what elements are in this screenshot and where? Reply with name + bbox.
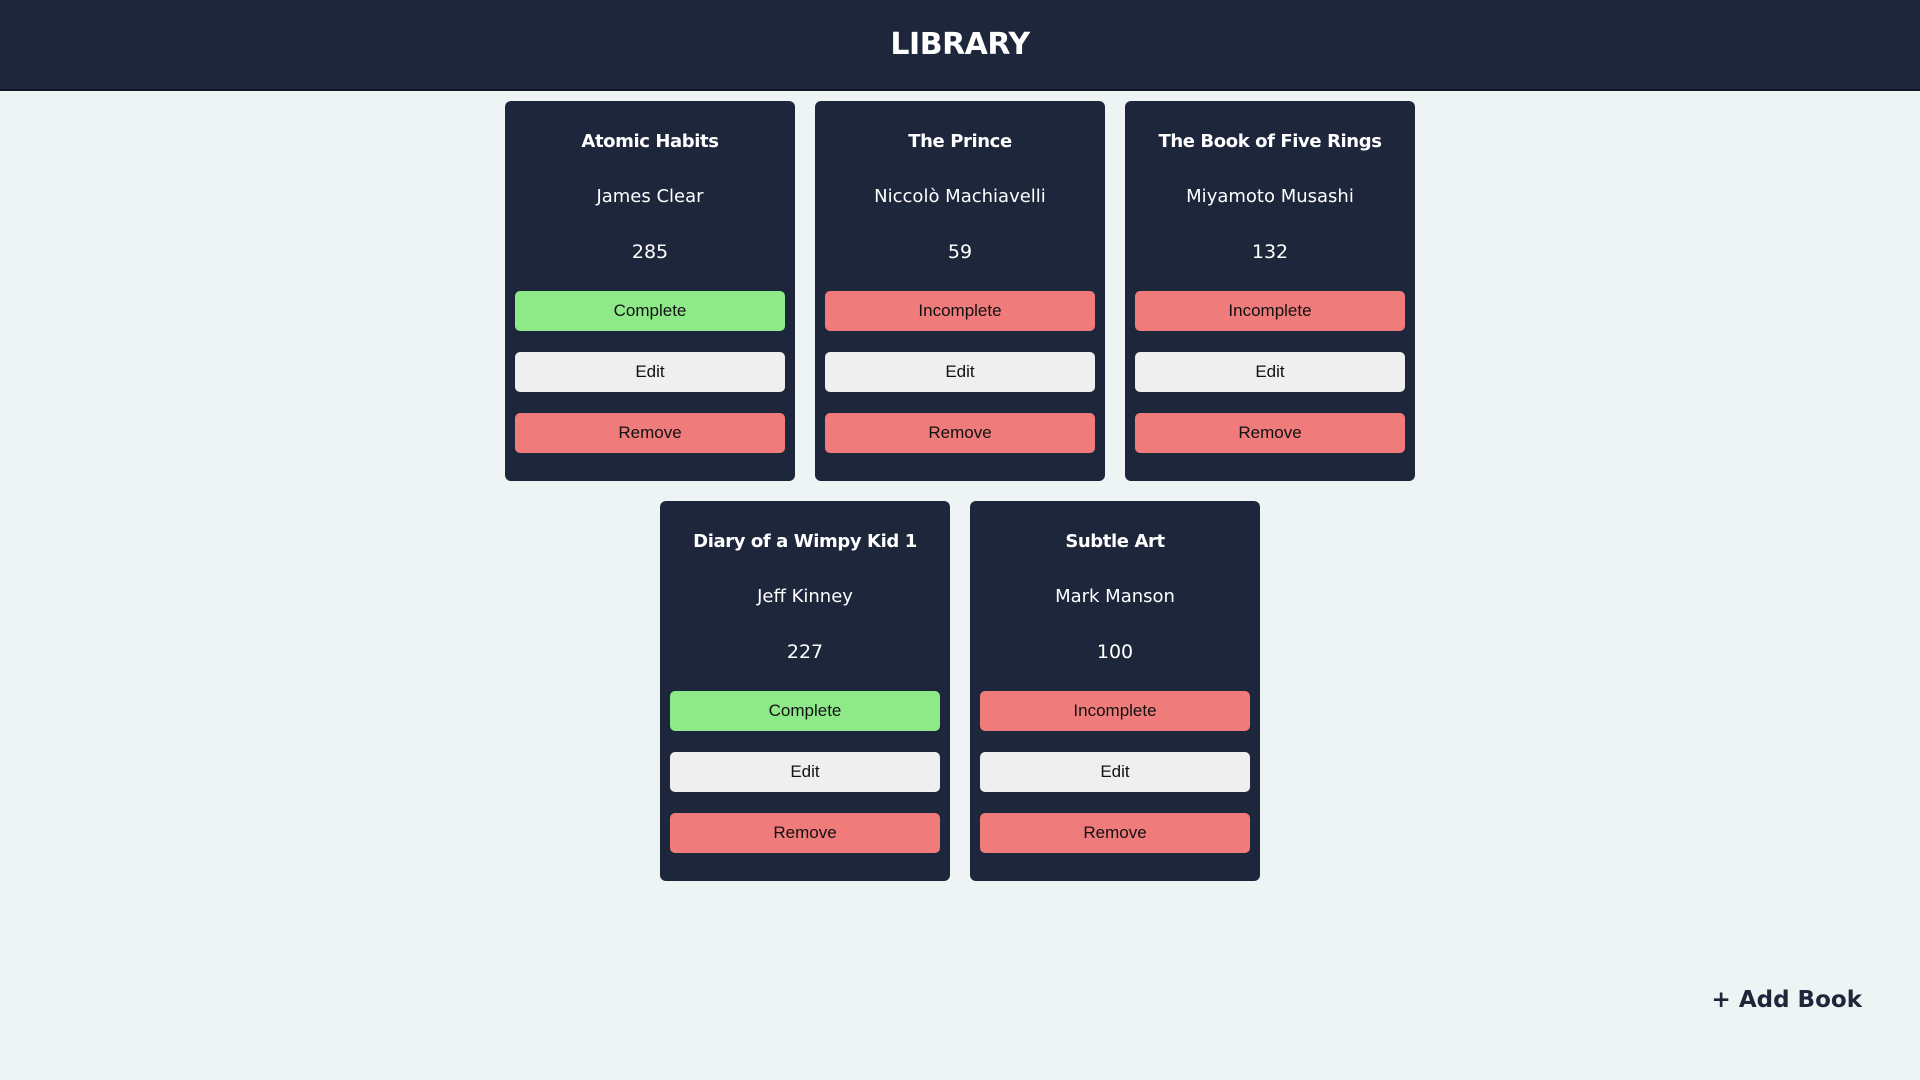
remove-button[interactable]: Remove [825,413,1095,453]
book-pages: 227 [786,641,824,663]
book-title: Diary of a Wimpy Kid 1 [693,531,917,552]
page-title: LIBRARY [890,26,1030,62]
edit-button[interactable]: Edit [1135,352,1405,392]
add-book-button[interactable]: + Add Book [1712,983,1862,1017]
book-author: Miyamoto Musashi [1186,186,1354,207]
remove-button[interactable]: Remove [515,413,785,453]
remove-button[interactable]: Remove [1135,413,1405,453]
book-title: Subtle Art [1065,531,1165,552]
edit-button[interactable]: Edit [825,352,1095,392]
book-author: James Clear [596,186,704,207]
book-title: Atomic Habits [581,131,719,152]
book-author: Niccolò Machiavelli [874,186,1046,207]
edit-button[interactable]: Edit [670,752,940,792]
book-pages: 285 [631,241,669,263]
book-card: The Book of Five Rings Miyamoto Musashi … [1125,101,1415,481]
book-card: Atomic Habits James Clear 285 Complete E… [505,101,795,481]
book-pages: 59 [947,241,973,263]
edit-button[interactable]: Edit [980,752,1250,792]
book-author: Jeff Kinney [757,586,853,607]
book-card: Diary of a Wimpy Kid 1 Jeff Kinney 227 C… [660,501,950,881]
status-toggle-button[interactable]: Incomplete [825,291,1095,331]
remove-button[interactable]: Remove [670,813,940,853]
book-author: Mark Manson [1055,586,1175,607]
book-grid: Atomic Habits James Clear 285 Complete E… [0,101,1920,881]
status-toggle-button[interactable]: Incomplete [980,691,1250,731]
edit-button[interactable]: Edit [515,352,785,392]
status-toggle-button[interactable]: Complete [515,291,785,331]
status-toggle-button[interactable]: Complete [670,691,940,731]
book-title: The Prince [908,131,1012,152]
remove-button[interactable]: Remove [980,813,1250,853]
book-title: The Book of Five Rings [1158,131,1382,152]
book-card: The Prince Niccolò Machiavelli 59 Incomp… [815,101,1105,481]
status-toggle-button[interactable]: Incomplete [1135,291,1405,331]
app-header: LIBRARY [0,0,1920,91]
book-pages: 100 [1096,641,1134,663]
book-card: Subtle Art Mark Manson 100 Incomplete Ed… [970,501,1260,881]
book-pages: 132 [1251,241,1289,263]
